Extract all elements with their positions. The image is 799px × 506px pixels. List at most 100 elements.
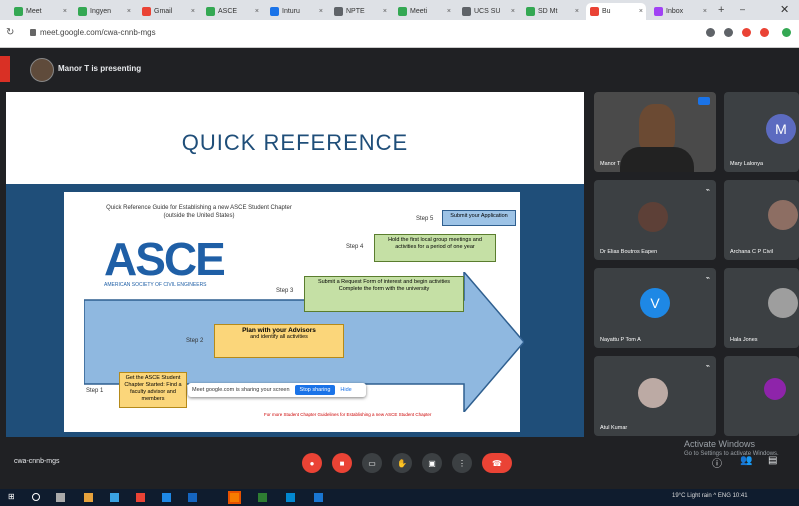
browser-tab[interactable]: SD Mt × bbox=[522, 3, 582, 20]
edge-icon[interactable] bbox=[162, 493, 171, 502]
browser-tab[interactable]: Meeti × bbox=[394, 3, 454, 20]
browser-tab[interactable]: Inbox × bbox=[650, 3, 710, 20]
presenter-avatar bbox=[30, 58, 54, 82]
word-icon[interactable] bbox=[286, 493, 295, 502]
tab-close-icon[interactable]: × bbox=[639, 8, 643, 15]
stop-sharing-button[interactable]: Stop sharing bbox=[294, 385, 336, 395]
tab-favicon-icon bbox=[590, 7, 599, 16]
participant-avatar: M bbox=[766, 114, 796, 144]
browser-tab[interactable]: Meet × bbox=[10, 3, 70, 20]
participant-tile[interactable]: Hala Jones bbox=[724, 268, 799, 348]
browser-tab[interactable]: NPTE × bbox=[330, 3, 390, 20]
tab-favicon-icon bbox=[270, 7, 279, 16]
info-icon[interactable]: ⓘ bbox=[712, 455, 722, 470]
browser-tab[interactable]: Inturu × bbox=[266, 3, 326, 20]
browser-tab[interactable]: Gmail × bbox=[138, 3, 198, 20]
step-3-subtext: Complete the form with the university bbox=[338, 286, 430, 292]
extension-icon[interactable] bbox=[706, 28, 715, 37]
present-icon: ▣ bbox=[428, 458, 436, 468]
excel-icon[interactable] bbox=[258, 493, 267, 502]
tab-close-icon[interactable]: × bbox=[447, 8, 451, 15]
mic-muted-icon: ⌁ bbox=[705, 275, 710, 282]
step-2-label: Step 2 bbox=[186, 338, 204, 344]
search-icon[interactable] bbox=[32, 493, 40, 501]
tab-favicon-icon bbox=[142, 7, 151, 16]
participant-shirt bbox=[620, 147, 694, 172]
lock-icon[interactable] bbox=[30, 29, 36, 36]
chrome-icon[interactable] bbox=[136, 493, 145, 502]
step-2-text: Plan with your Advisors bbox=[242, 327, 316, 334]
guide-title: Quick Reference Guide for Establishing a… bbox=[106, 205, 292, 219]
step-5-label: Step 5 bbox=[416, 216, 434, 222]
url-field[interactable]: meet.google.com/cwa-cnnb-mgs bbox=[40, 28, 156, 37]
extension-meet-icon[interactable] bbox=[760, 28, 769, 37]
present-button[interactable]: ▣ bbox=[422, 453, 442, 473]
tab-close-icon[interactable]: × bbox=[511, 8, 515, 15]
captions-button[interactable]: ▭ bbox=[362, 453, 382, 473]
meet-presentation-bar: Manor T is presenting bbox=[0, 48, 799, 92]
participant-tile[interactable]: ⌁ Atul Kumar bbox=[594, 356, 716, 436]
people-icon[interactable]: 👥 bbox=[740, 455, 752, 466]
mic-off-button[interactable]: ● bbox=[302, 453, 322, 473]
tab-favicon-icon bbox=[206, 7, 215, 16]
participant-tile[interactable]: ⌁ Dr Elias Boutros Eapen bbox=[594, 180, 716, 260]
browser-tab[interactable]: UCS SU × bbox=[458, 3, 518, 20]
tab-close-icon[interactable]: × bbox=[575, 8, 579, 15]
participant-tile[interactable]: M Mary Lalonya bbox=[724, 92, 799, 172]
participant-tile[interactable]: V ⌁ Nayattu P Tom A bbox=[594, 268, 716, 348]
share-notification-text: Meet google.com is sharing your screen bbox=[192, 387, 290, 393]
tab-close-icon[interactable]: × bbox=[703, 8, 707, 15]
reload-icon[interactable]: ↻ bbox=[6, 27, 14, 38]
hide-notification-button[interactable]: Hide bbox=[340, 387, 351, 393]
task-view-icon[interactable] bbox=[56, 493, 65, 502]
mic-muted-icon: ⌁ bbox=[705, 363, 710, 370]
activate-windows-hint: Go to Settings to activate Windows. bbox=[684, 451, 779, 457]
recording-indicator bbox=[0, 56, 10, 82]
close-window-button[interactable]: ✕ bbox=[780, 3, 789, 16]
tab-close-icon[interactable]: × bbox=[255, 8, 259, 15]
new-tab-button[interactable]: + bbox=[718, 4, 724, 16]
participant-name: Nayattu P Tom A bbox=[600, 337, 641, 343]
more-options-button[interactable]: ⋮ bbox=[452, 453, 472, 473]
browser-tab[interactable]: Ingyen × bbox=[74, 3, 134, 20]
tab-favicon-icon bbox=[78, 7, 87, 16]
participant-avatar: V bbox=[640, 288, 670, 318]
tab-favicon-icon bbox=[14, 7, 23, 16]
step-3-text: Submit a Request Form of interest and be… bbox=[317, 279, 451, 285]
participant-avatar bbox=[638, 202, 668, 232]
participant-avatar bbox=[764, 378, 786, 400]
tab-close-icon[interactable]: × bbox=[383, 8, 387, 15]
file-explorer-icon[interactable] bbox=[84, 493, 93, 502]
leave-call-button[interactable]: ☎ bbox=[482, 453, 512, 473]
tab-close-icon[interactable]: × bbox=[319, 8, 323, 15]
tab-close-icon[interactable]: × bbox=[63, 8, 67, 15]
camera-off-button[interactable]: ■ bbox=[332, 453, 352, 473]
participant-tile[interactable]: Archana C P Civil bbox=[724, 180, 799, 260]
more-vert-icon: ⋮ bbox=[458, 458, 466, 468]
tab-favicon-icon bbox=[462, 7, 471, 16]
minimize-window-button[interactable]: – bbox=[740, 4, 745, 14]
tab-close-icon[interactable]: × bbox=[127, 8, 131, 15]
chat-icon[interactable]: ▤ bbox=[768, 455, 777, 466]
active-app-icon[interactable] bbox=[228, 491, 241, 504]
mail-icon[interactable] bbox=[110, 493, 119, 502]
system-tray[interactable]: 19°C Light rain ^ ENG 10:41 bbox=[672, 493, 748, 499]
participant-tile[interactable] bbox=[724, 356, 799, 436]
participant-tile[interactable]: Manor T bbox=[594, 92, 716, 172]
browser-tab[interactable]: ASCE × bbox=[202, 3, 262, 20]
raise-hand-button[interactable]: ✋ bbox=[392, 453, 412, 473]
tab-close-icon[interactable]: × bbox=[191, 8, 195, 15]
tab-label: Inturu bbox=[282, 8, 300, 15]
bookmark-star-icon[interactable] bbox=[724, 28, 733, 37]
windows-taskbar: ⊞ 19°C Light rain ^ ENG 10:41 bbox=[0, 489, 799, 506]
windows-start-icon[interactable]: ⊞ bbox=[8, 492, 17, 501]
browser-tab[interactable]: Bu × bbox=[586, 3, 646, 20]
step-2-box: Plan with your Advisors and identify all… bbox=[214, 324, 344, 358]
profile-avatar-icon[interactable] bbox=[782, 28, 791, 37]
step-4-box: Hold the first local group meetings and … bbox=[374, 234, 496, 262]
activate-windows-title: Activate Windows bbox=[684, 439, 756, 449]
participant-avatar bbox=[638, 378, 668, 408]
photos-icon[interactable] bbox=[314, 493, 323, 502]
store-icon[interactable] bbox=[188, 493, 197, 502]
extension-red-icon[interactable] bbox=[742, 28, 751, 37]
